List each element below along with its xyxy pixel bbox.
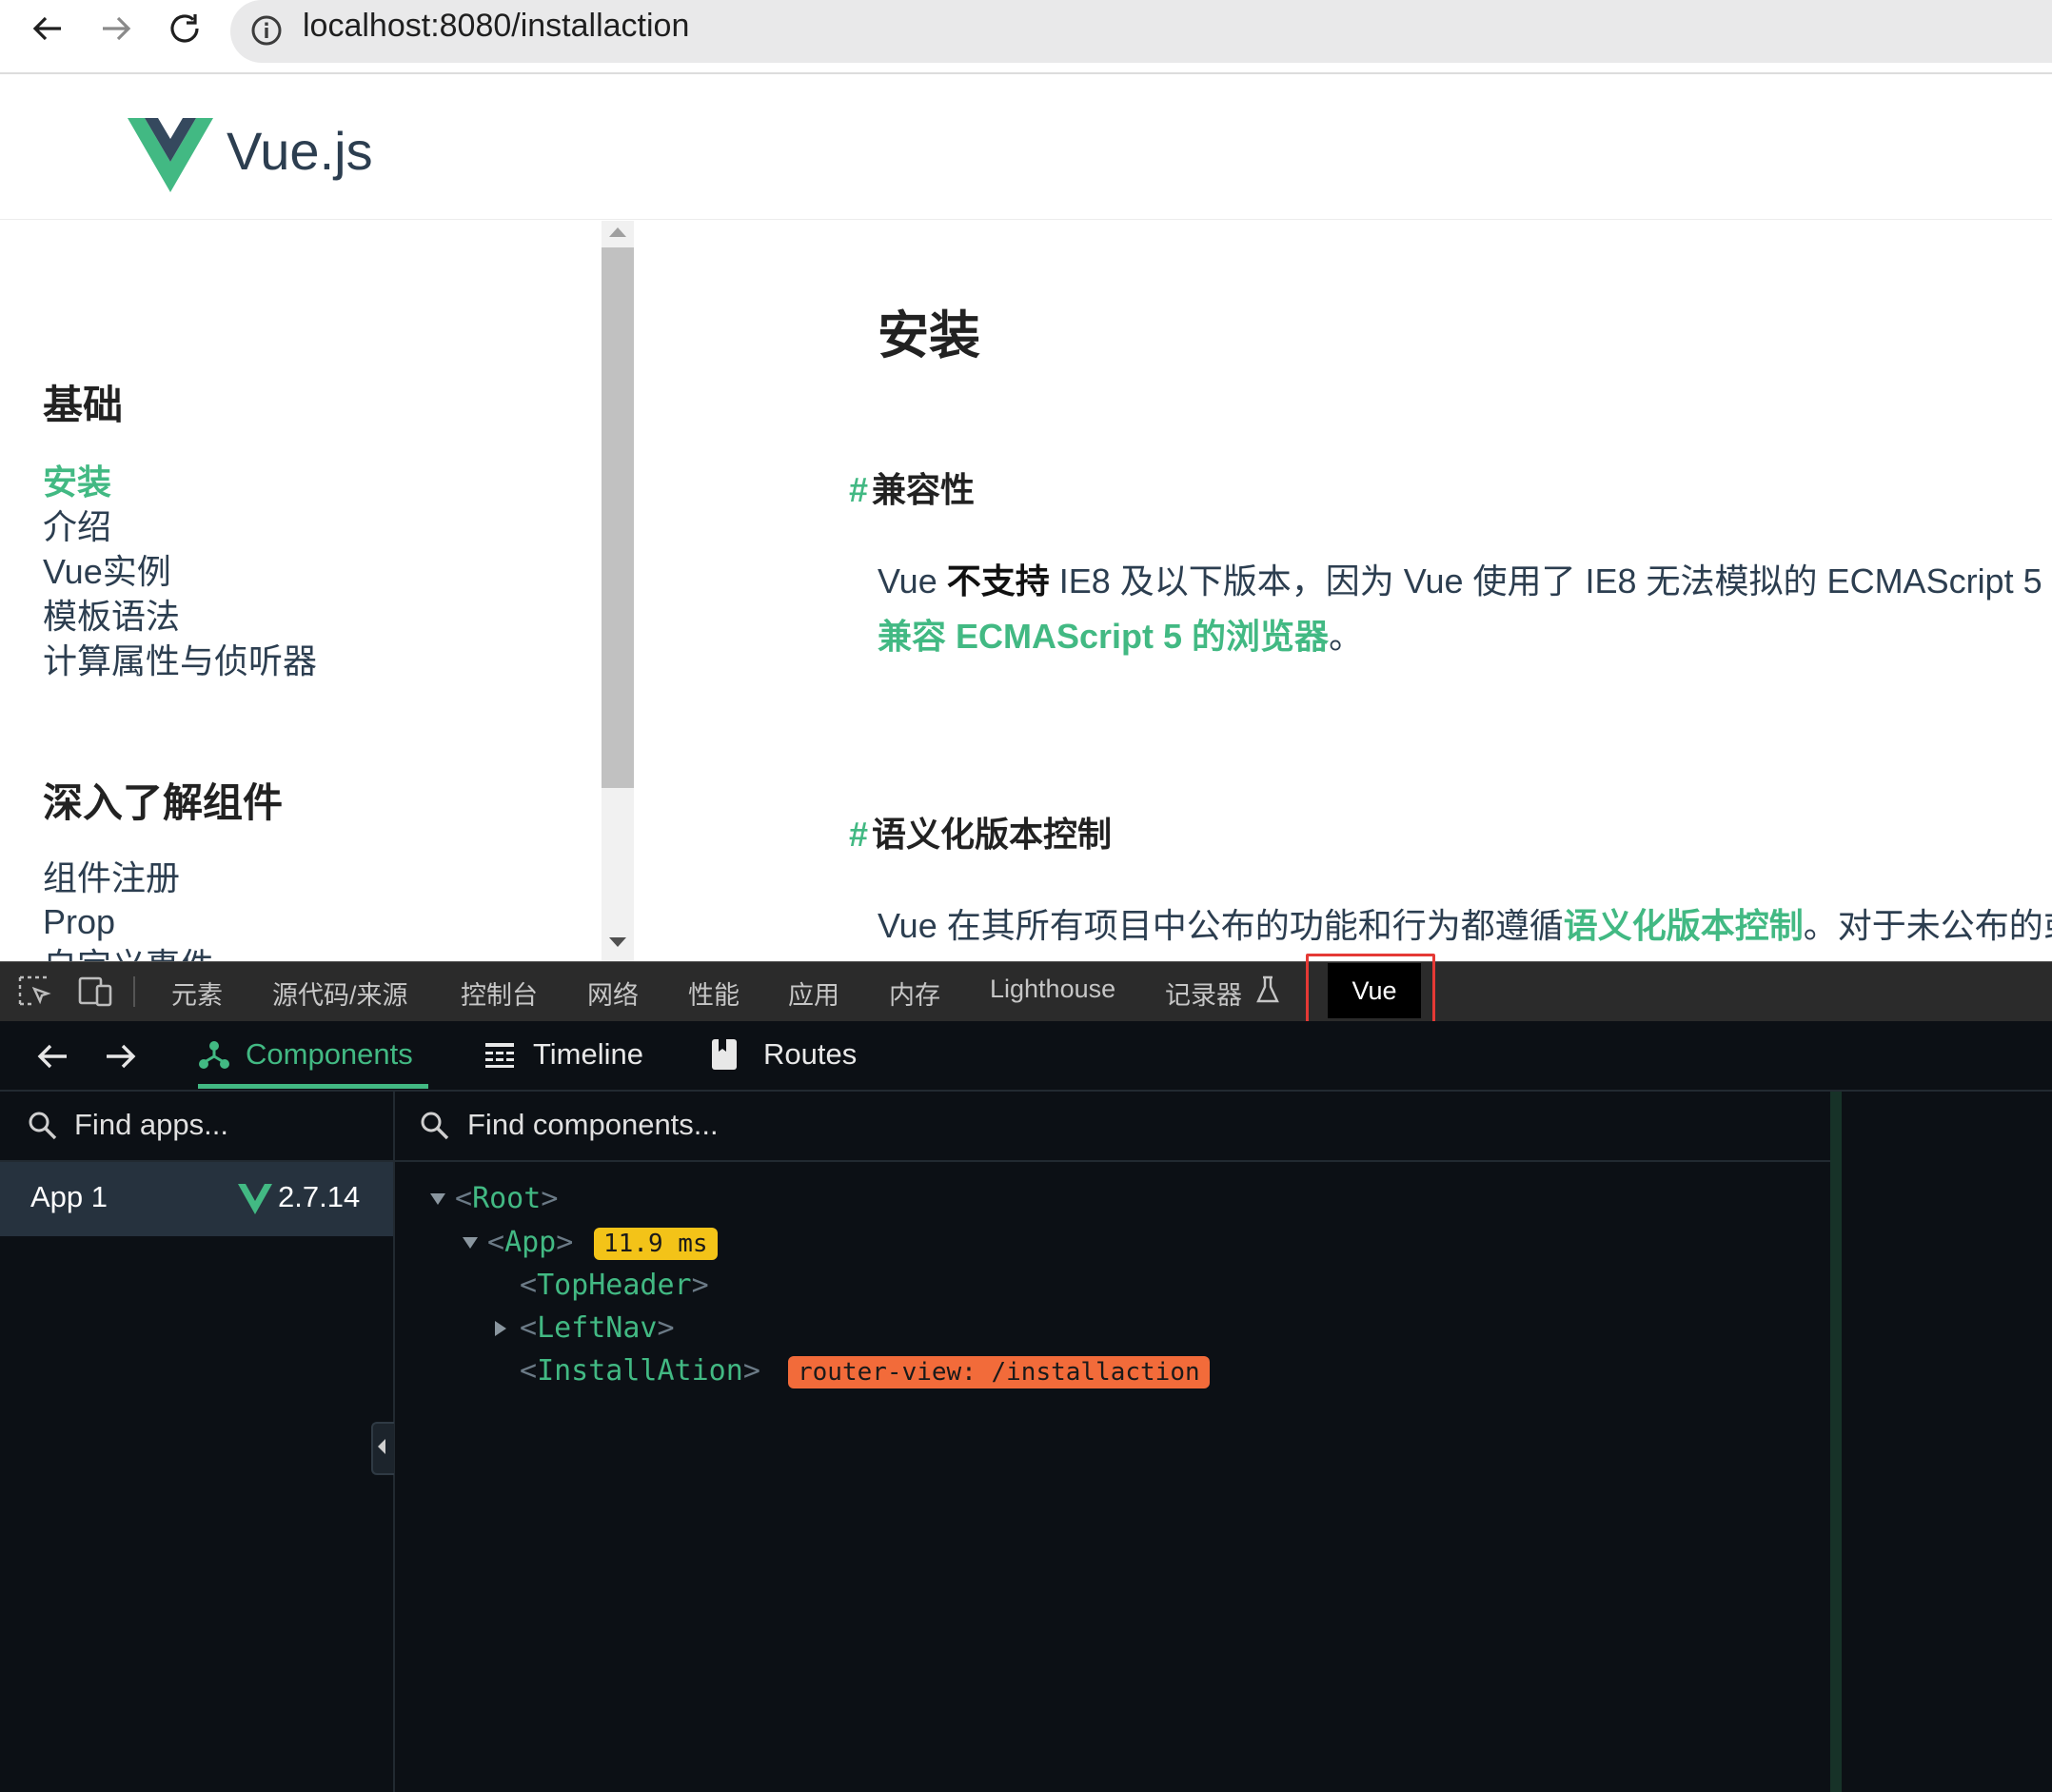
back-button[interactable] <box>17 4 78 53</box>
scroll-up-icon[interactable] <box>607 225 628 240</box>
pane-splitter[interactable] <box>1830 1092 1842 1792</box>
tab-label: 记录器 <box>1165 981 1242 1010</box>
es5-browsers-link[interactable]: 兼容 ECMAScript 5 的浏览器 <box>878 617 1329 656</box>
nav-item-prop[interactable]: Prop <box>43 900 115 944</box>
routes-icon <box>712 1039 737 1070</box>
nav-item-template-syntax[interactable]: 模板语法 <box>43 595 180 639</box>
nav-item-installation[interactable]: 安装 <box>43 461 111 504</box>
left-nav: 基础 安装 介绍 Vue实例 模板语法 计算属性与侦听器 深入了解组件 组件注册… <box>0 221 602 961</box>
anchor-hash[interactable]: # <box>849 815 868 854</box>
site-brand[interactable]: Vue.js <box>227 120 373 182</box>
bold-text: 不支持 <box>946 561 1050 601</box>
vd-forward-button[interactable] <box>99 1035 141 1077</box>
devtools-tab-application[interactable]: 应用 <box>788 975 839 1012</box>
section-heading-semver: # 语义化版本控制 <box>849 807 1112 857</box>
app-name: App 1 <box>30 1180 109 1213</box>
apps-search-input[interactable]: Find apps... <box>74 1108 228 1142</box>
tree-node-topheader[interactable]: <TopHeader> <box>520 1269 709 1302</box>
flask-icon <box>1256 975 1279 1003</box>
arrow-right-icon <box>107 1044 136 1069</box>
devtools-tab-sources[interactable]: 源代码/来源 <box>272 975 408 1012</box>
info-icon[interactable] <box>249 13 284 48</box>
component-name: Root <box>472 1182 542 1215</box>
anchor-hash[interactable]: # <box>849 470 868 509</box>
text: Vue <box>878 561 947 601</box>
reload-icon <box>170 14 199 43</box>
vue-logo[interactable] <box>128 118 213 192</box>
forward-button[interactable] <box>86 4 147 53</box>
tree-node-leftnav[interactable]: <LeftNav> <box>520 1311 675 1345</box>
semver-link[interactable]: 语义化版本控制 <box>1564 906 1804 945</box>
vd-tab-timeline[interactable]: Timeline <box>483 1037 643 1072</box>
url-text[interactable]: localhost:8080/installaction <box>303 8 689 45</box>
search-icon <box>29 1112 57 1140</box>
main-content: 安装 # 兼容性 Vue 不支持 IE8 及以下版本，因为 Vue 使用了 IE8… <box>636 221 2052 961</box>
components-search-input[interactable]: Find components... <box>467 1108 719 1142</box>
nav-item-vue-instance[interactable]: Vue实例 <box>43 550 171 594</box>
render-time-badge: 11.9 ms <box>594 1228 718 1260</box>
inspect-element-icon[interactable] <box>17 975 53 1009</box>
heading-text: 语义化版本控制 <box>872 815 1113 854</box>
component-name: InstallAtion <box>537 1354 743 1388</box>
search-icon <box>421 1112 449 1140</box>
nav-section-title: 基础 <box>43 383 124 427</box>
text: 。对于未公布的或 <box>1803 906 2052 945</box>
vue-logo-icon <box>238 1184 272 1214</box>
toolbar-divider <box>133 976 135 1007</box>
text: IE8 及以下版本，因为 Vue 使用了 IE8 无法模拟的 ECMAScrip… <box>1049 561 2042 601</box>
devtools-tab-console[interactable]: 控制台 <box>461 975 538 1012</box>
expand-triangle-icon[interactable] <box>428 1191 447 1207</box>
device-toggle-icon[interactable] <box>76 975 114 1009</box>
components-icon <box>199 1041 229 1069</box>
tree-node-root[interactable]: <Root> <box>455 1182 558 1215</box>
active-tab-indicator <box>198 1084 428 1089</box>
router-view-badge: router-view: /installaction <box>788 1356 1210 1388</box>
scroll-down-icon[interactable] <box>607 935 628 950</box>
devtools-tab-performance[interactable]: 性能 <box>688 975 740 1012</box>
tab-label: Routes <box>763 1037 858 1071</box>
vd-tab-routes[interactable]: Routes <box>710 1037 857 1072</box>
nav-item-computed-watchers[interactable]: 计算属性与侦听器 <box>43 640 317 683</box>
app-version: 2.7.14 <box>278 1180 361 1213</box>
nav-section-title: 深入了解组件 <box>43 780 284 825</box>
devtools-tab-recorder[interactable]: 记录器 <box>1165 975 1242 1012</box>
page-title: 安装 <box>878 307 980 364</box>
tab-label: Timeline <box>533 1037 643 1071</box>
tree-node-installation[interactable]: <InstallAtion> <box>520 1354 760 1388</box>
expand-triangle-icon[interactable] <box>461 1235 480 1250</box>
timeline-icon <box>485 1043 514 1068</box>
reload-button[interactable] <box>154 4 215 53</box>
section-heading-compatibility: # 兼容性 <box>849 463 975 512</box>
vd-back-button[interactable] <box>32 1035 74 1077</box>
scrollbar-thumb[interactable] <box>602 247 634 788</box>
text: 。 <box>1329 617 1364 656</box>
paragraph: Vue 不支持 IE8 及以下版本，因为 Vue 使用了 IE8 无法模拟的 E… <box>878 554 2042 603</box>
arrow-left-icon <box>32 16 61 41</box>
paragraph: Vue 在其所有项目中公布的功能和行为都遵循语义化版本控制。对于未公布的或 <box>878 898 2052 948</box>
devtools-tab-memory[interactable]: 内存 <box>889 975 940 1012</box>
component-name: App <box>504 1226 557 1259</box>
devtools-tab-network[interactable]: 网络 <box>587 975 639 1012</box>
devtools-tab-elements[interactable]: 元素 <box>171 975 223 1012</box>
nav-item-introduction[interactable]: 介绍 <box>43 505 111 549</box>
collapsed-triangle-icon[interactable] <box>493 1319 508 1338</box>
arrow-left-icon <box>37 1044 67 1069</box>
component-name: TopHeader <box>537 1269 692 1302</box>
nav-item-custom-events[interactable]: 自定义事件 <box>43 944 214 961</box>
text: Vue 在其所有项目中公布的功能和行为都遵循 <box>878 906 1564 945</box>
devtools-tab-lighthouse[interactable]: Lighthouse <box>990 975 1115 1004</box>
highlight-box <box>1306 954 1435 1026</box>
vd-tab-components[interactable]: Components <box>198 1037 413 1072</box>
nav-item-component-registration[interactable]: 组件注册 <box>43 857 180 900</box>
tab-label: Components <box>246 1037 413 1071</box>
arrow-right-icon <box>103 16 131 41</box>
component-name: LeftNav <box>537 1311 658 1345</box>
tree-node-app[interactable]: <App> <box>487 1226 573 1259</box>
chevron-left-icon <box>378 1439 385 1454</box>
paragraph-line: 兼容 ECMAScript 5 的浏览器。 <box>878 609 1363 659</box>
heading-text: 兼容性 <box>872 470 976 509</box>
